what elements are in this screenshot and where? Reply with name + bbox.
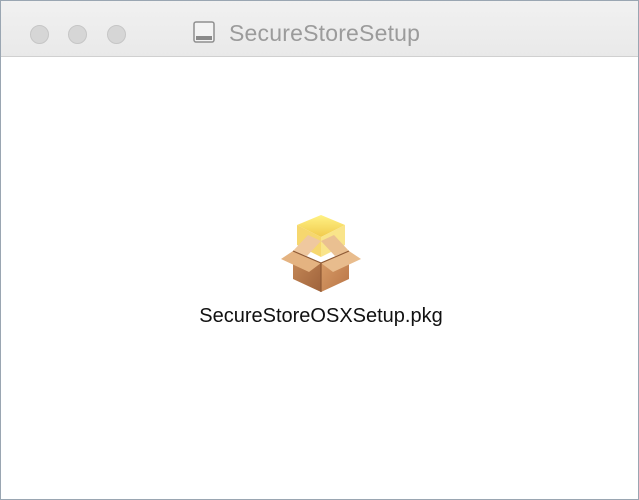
window-titlebar[interactable]: SecureStoreSetup <box>1 1 638 57</box>
file-name-label[interactable]: SecureStoreOSXSetup.pkg <box>151 305 491 328</box>
package-box-icon[interactable] <box>273 209 369 297</box>
window-title-group: SecureStoreSetup <box>191 18 420 48</box>
window-content: SecureStoreOSXSetup.pkg <box>1 57 638 499</box>
close-button[interactable] <box>30 25 49 44</box>
zoom-button[interactable] <box>107 25 126 44</box>
file-item-package[interactable]: SecureStoreOSXSetup.pkg <box>151 209 491 328</box>
finder-window: SecureStoreSetup SecureStoreOSXSetup.pkg <box>0 0 639 500</box>
disk-image-icon <box>193 21 215 43</box>
window-title: SecureStoreSetup <box>229 19 421 46</box>
minimize-button[interactable] <box>68 25 87 44</box>
